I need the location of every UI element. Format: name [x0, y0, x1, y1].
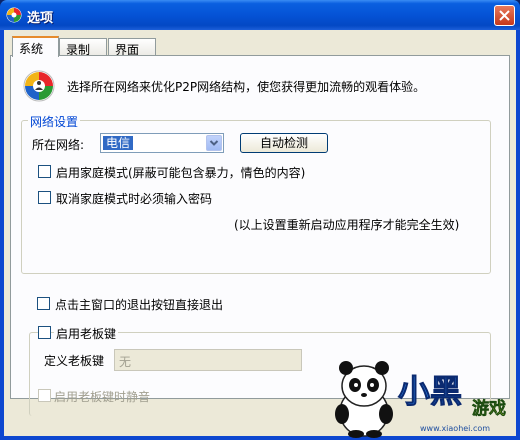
cancel-password-checkbox[interactable] [38, 191, 51, 204]
watermark-line3: www.xiaohei.com [420, 424, 491, 433]
options-window: 选项 系统 录制 界面 选择所在网络来优化P2P网络结构，使您获得更加流畅的观看… [0, 0, 520, 440]
boss-key-checkbox[interactable] [38, 326, 51, 339]
close-icon [499, 10, 510, 21]
exit-on-close-label[interactable]: 点击主窗口的退出按钮直接退出 [55, 296, 223, 313]
auto-detect-button[interactable]: 自动检测 [240, 133, 328, 153]
close-button[interactable] [494, 5, 515, 26]
app-logo-icon [6, 7, 22, 23]
exit-on-close-checkbox[interactable] [37, 297, 50, 310]
boss-key-value: 无 [119, 355, 132, 369]
tab-system[interactable]: 系统 [12, 36, 59, 57]
title-bar[interactable]: 选项 [0, 0, 520, 30]
network-select[interactable]: 电信 [100, 133, 224, 153]
tab-panel-system: 选择所在网络来优化P2P网络结构，使您获得更加流畅的观看体验。 网络设置 所在网… [10, 55, 510, 416]
network-select-value: 电信 [103, 136, 134, 150]
watermark: 小黑 游戏 www.xiaohei.com [330, 354, 520, 440]
define-boss-key-label: 定义老板键 [44, 354, 105, 368]
watermark-line1: 小黑 [397, 372, 463, 411]
mute-boss-key-label[interactable]: 启用老板键时静音 [54, 388, 150, 405]
network-label: 所在网络: [32, 138, 85, 152]
watermark-line2: 游戏 [472, 399, 507, 420]
cancel-password-label[interactable]: 取消家庭模式时必须输入密码 [56, 190, 212, 207]
mute-boss-key-checkbox[interactable] [38, 389, 51, 402]
panda-mascot-icon [335, 361, 393, 438]
tab-record[interactable]: 录制 [59, 38, 107, 57]
boss-key-label[interactable]: 启用老板键 [54, 325, 119, 342]
chevron-down-icon [209, 140, 219, 146]
intro-text: 选择所在网络来优化P2P网络结构，使您获得更加流畅的观看体验。 [67, 80, 426, 94]
family-mode-checkbox[interactable] [38, 165, 51, 178]
tab-label: 系统 [19, 42, 44, 56]
network-settings-legend: 网络设置 [28, 113, 81, 130]
family-mode-label[interactable]: 启用家庭模式(屏蔽可能包含暴力，情色的内容) [56, 164, 305, 181]
tab-interface[interactable]: 界面 [108, 38, 156, 57]
network-settings-group: 网络设置 所在网络: 电信 自动检测 启用家庭模式(屏蔽可能包含暴力，情色的内容… [21, 113, 491, 274]
dropdown-arrow[interactable] [206, 135, 222, 151]
restart-note: (以上设置重新启动应用程序才能完全生效) [234, 218, 460, 232]
window-title: 选项 [27, 11, 54, 26]
network-logo-icon [23, 70, 55, 102]
boss-key-input[interactable]: 无 [114, 349, 302, 371]
